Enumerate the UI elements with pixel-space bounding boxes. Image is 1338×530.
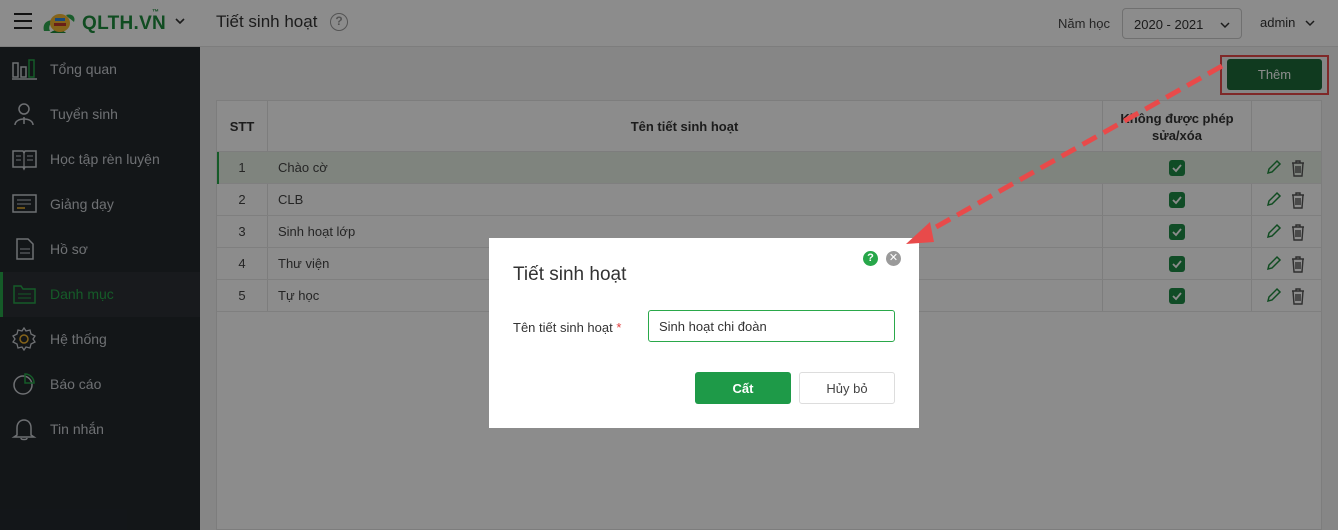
- field-label-text: Tên tiết sinh hoạt: [513, 320, 613, 335]
- add-modal: Tiết sinh hoạt ? ✕ Tên tiết sinh hoạt * …: [489, 238, 919, 428]
- required-mark: *: [616, 320, 622, 335]
- close-icon[interactable]: ✕: [886, 251, 901, 266]
- help-icon[interactable]: ?: [863, 251, 878, 266]
- modal-title: Tiết sinh hoạt: [513, 264, 627, 285]
- save-button[interactable]: Cất: [695, 372, 791, 404]
- field-label: Tên tiết sinh hoạt *: [513, 320, 621, 335]
- name-input[interactable]: [648, 310, 895, 342]
- cancel-button[interactable]: Hủy bỏ: [799, 372, 895, 404]
